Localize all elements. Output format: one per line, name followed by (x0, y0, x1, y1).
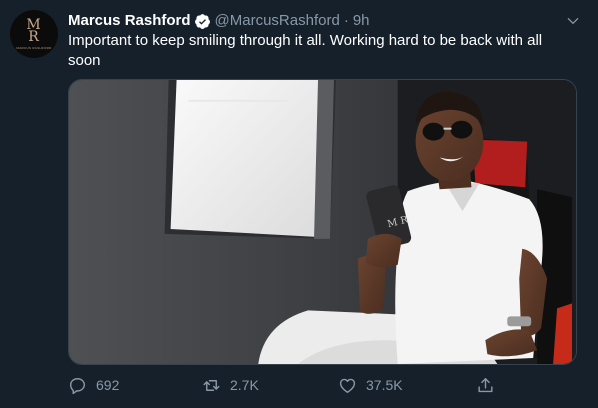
separator-dot: · (343, 12, 349, 29)
avatar[interactable]: M R MARCUS RASHFORD (10, 10, 58, 58)
author-name[interactable]: Marcus Rashford (68, 11, 191, 31)
avatar-subtext: MARCUS RASHFORD (16, 45, 52, 50)
chevron-down-icon[interactable] (566, 14, 580, 28)
share-button[interactable] (476, 376, 504, 395)
reply-button[interactable]: 692 (68, 376, 202, 395)
reply-icon (69, 377, 86, 394)
tweet-header: Marcus Rashford @MarcusRashford · 9h (68, 11, 558, 31)
like-button[interactable]: 37.5K (338, 376, 476, 395)
share-icon (478, 377, 493, 392)
avatar-monogram: M R (26, 16, 42, 45)
tweet-card[interactable]: M R MARCUS RASHFORD Marcus Rashford @Mar… (0, 0, 598, 408)
author-handle[interactable]: @MarcusRashford (215, 11, 340, 31)
photo-illustration: M R (69, 80, 576, 364)
tweet-photo[interactable]: M R (68, 79, 577, 365)
like-count: 37.5K (366, 377, 403, 393)
tweet-timestamp[interactable]: 9h (353, 11, 370, 31)
tweet-text: Important to keep smiling through it all… (68, 32, 543, 69)
heart-icon (339, 378, 356, 393)
retweet-count: 2.7K (230, 377, 259, 393)
retweet-button[interactable]: 2.7K (202, 376, 338, 395)
reply-count: 692 (96, 377, 120, 393)
retweet-icon (203, 379, 220, 391)
tweet-actions: 692 2.7K 37.5K (68, 372, 578, 398)
verified-badge-icon (194, 13, 210, 29)
